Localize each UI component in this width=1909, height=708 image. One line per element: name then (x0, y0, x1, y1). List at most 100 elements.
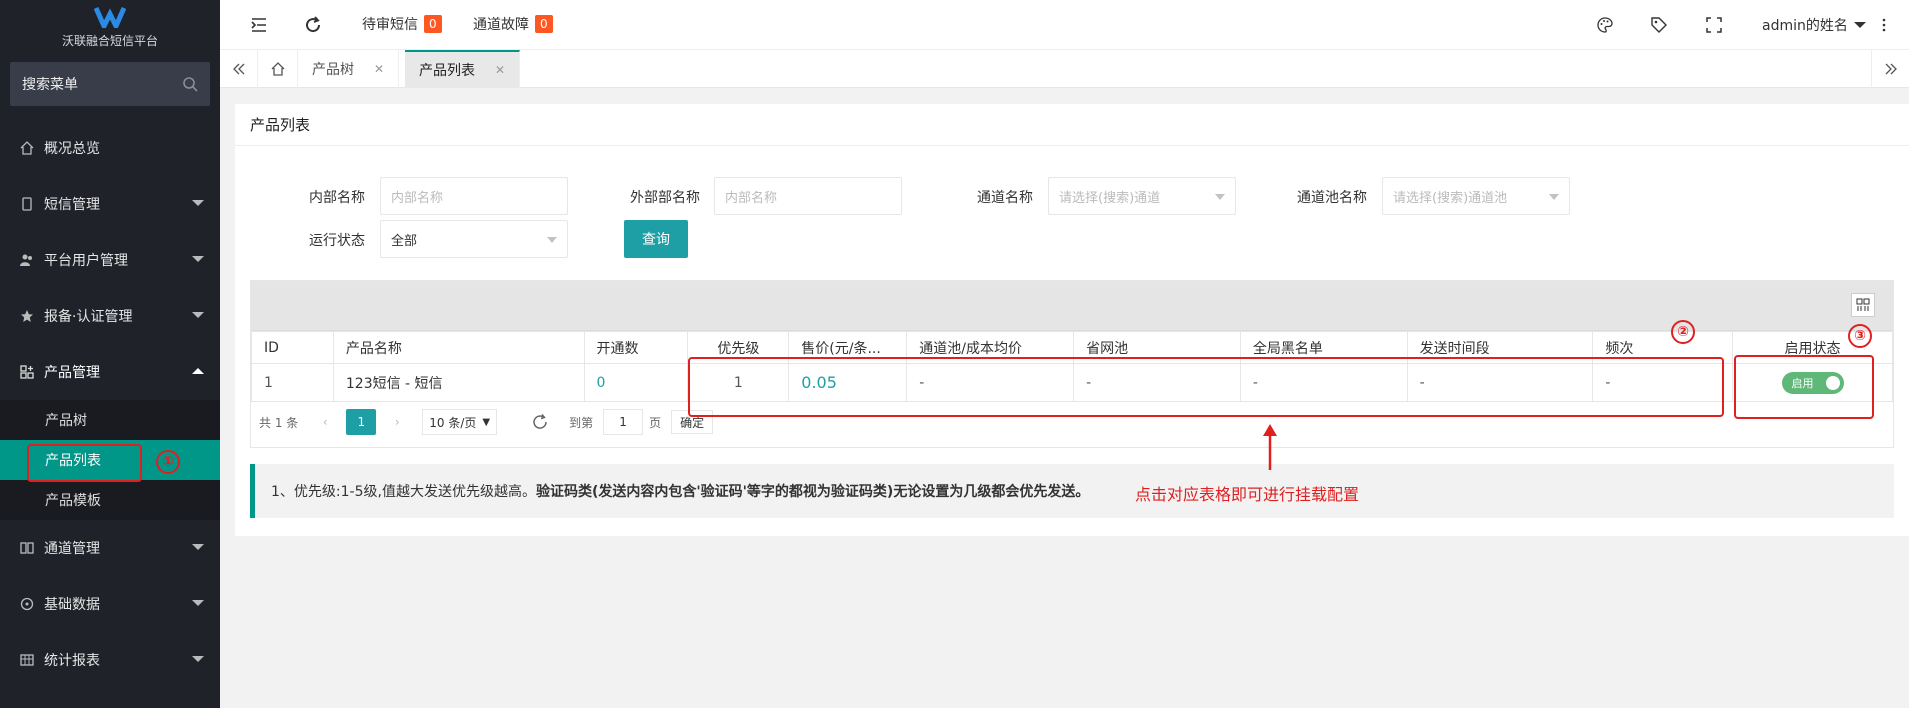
pager-current-page[interactable]: 1 (346, 409, 377, 435)
internal-name-input[interactable]: 内部名称 (380, 177, 568, 215)
cell-name: 123短信 - 短信 (332, 363, 585, 402)
chevron-down-icon (192, 600, 204, 606)
logo-mark-icon (94, 6, 126, 28)
pager-total: 共 1 条 (259, 415, 299, 430)
search-menu-input[interactable]: 搜索菜单 (10, 62, 210, 106)
channel-name-label: 通道名称 (977, 190, 1033, 206)
col-header-opened[interactable]: 开通数 (583, 331, 689, 364)
caret-down-icon (1215, 194, 1225, 200)
phone-icon (22, 197, 32, 211)
chevron-up-icon (192, 368, 204, 374)
caret-down-icon (547, 237, 557, 243)
annotation-box-3 (1734, 355, 1874, 419)
col-header-id[interactable]: ID (251, 331, 334, 364)
fullscreen-icon[interactable] (1705, 16, 1723, 34)
chevron-right-icon[interactable]: › (384, 409, 410, 435)
double-chevron-right-icon (1885, 63, 1897, 75)
query-button[interactable]: 查询 (624, 220, 688, 258)
sidebar-subitem-product-tree[interactable]: 产品树 (0, 400, 220, 440)
sidebar: 沃联融合短信平台 搜索菜单 概况总览 短信管理 平台用户管理 报备·认证管理 产… (0, 0, 220, 708)
note-text: 1、优先级:1-5级,值越大发送优先级越高。 (271, 484, 536, 500)
refresh-circle-icon (20, 597, 34, 611)
pending-sms-link[interactable]: 待审短信 0 (362, 14, 442, 34)
tab-scroll-right-button[interactable] (1871, 50, 1909, 88)
channel-name-select[interactable]: 请选择(搜索)通道 (1048, 177, 1236, 215)
run-status-select[interactable]: 全部 (380, 220, 568, 258)
tab-label: 产品树 (312, 62, 354, 78)
search-icon[interactable] (182, 76, 198, 92)
page-title: 产品列表 (235, 104, 1909, 146)
sidebar-item-channels[interactable]: 通道管理 (0, 520, 220, 576)
sidebar-item-overview[interactable]: 概况总览 (0, 120, 220, 176)
cell-opened[interactable]: 0 (583, 363, 689, 402)
users-icon (20, 254, 32, 266)
annotation-box-1 (27, 444, 142, 482)
col-header-name[interactable]: 产品名称 (332, 331, 585, 364)
pager-goto-label: 到第 (569, 415, 594, 430)
chevron-down-icon (192, 656, 204, 662)
tab-label: 产品列表 (419, 63, 475, 79)
table-icon (20, 654, 34, 666)
star-icon (21, 310, 33, 322)
sidebar-item-label: 基础数据 (44, 597, 100, 613)
sidebar-item-label: 报备·认证管理 (44, 309, 133, 325)
sidebar-item-label: 通道管理 (44, 541, 100, 557)
tab-bar: 产品树 ✕ 产品列表 ✕ (220, 50, 1909, 88)
pending-sms-label: 待审短信 (362, 17, 418, 33)
top-header: 待审短信 0 通道故障 0 admin的姓名 (220, 0, 1909, 50)
annotation-arrow-icon (1263, 424, 1277, 470)
sidebar-item-reports[interactable]: 统计报表 (0, 632, 220, 688)
sidebar-item-base-data[interactable]: 基础数据 (0, 576, 220, 632)
internal-name-label: 内部名称 (309, 190, 365, 206)
channel-fault-badge: 0 (535, 15, 553, 33)
close-icon[interactable]: ✕ (495, 63, 505, 77)
more-vertical-icon[interactable] (1880, 16, 1888, 34)
channel-pool-placeholder: 请选择(搜索)通道池 (1393, 190, 1508, 206)
caret-down-icon: ▼ (482, 416, 491, 428)
annotation-hint: 点击对应表格即可进行挂载配置 (1135, 485, 1360, 504)
caret-down-icon (1549, 194, 1559, 200)
column-filter-button[interactable] (1851, 293, 1875, 317)
columns-icon (20, 542, 34, 554)
sidebar-item-label: 概况总览 (44, 141, 100, 157)
channel-fault-link[interactable]: 通道故障 0 (473, 14, 553, 34)
palette-icon[interactable] (1596, 16, 1614, 34)
search-menu-label: 搜索菜单 (22, 77, 78, 93)
menu-fold-icon[interactable] (250, 16, 268, 34)
cell-id: 1 (251, 363, 334, 402)
tab-product-list[interactable]: 产品列表 ✕ (405, 50, 521, 88)
sidebar-item-products[interactable]: 产品管理 (0, 344, 220, 400)
channel-pool-label: 通道池名称 (1297, 190, 1367, 206)
pager-size-select[interactable]: 10 条/页 ▼ (422, 409, 498, 435)
sidebar-item-label: 统计报表 (44, 653, 100, 669)
sidebar-subitem-label: 产品树 (45, 413, 87, 429)
pager-page-unit: 页 (649, 415, 662, 430)
tag-icon[interactable] (1650, 16, 1668, 34)
refresh-icon[interactable] (531, 413, 549, 431)
tab-product-tree[interactable]: 产品树 ✕ (298, 50, 400, 88)
pager-goto-input[interactable]: 1 (603, 409, 644, 435)
annotation-marker-2: ② (1671, 320, 1695, 344)
chevron-down-icon (192, 544, 204, 550)
chevron-down-icon (192, 312, 204, 318)
external-name-input[interactable]: 内部名称 (714, 177, 902, 215)
annotation-marker-3: ③ (1848, 324, 1872, 348)
close-icon[interactable]: ✕ (374, 62, 384, 76)
sidebar-item-filing-auth[interactable]: 报备·认证管理 (0, 288, 220, 344)
logo-title: 沃联融合短信平台 (61, 34, 158, 48)
double-chevron-left-icon (232, 63, 244, 75)
home-icon (20, 141, 34, 155)
annotation-box-2 (688, 357, 1724, 417)
sidebar-subitem-product-template[interactable]: 产品模板 (0, 480, 220, 520)
caret-down-icon (1853, 22, 1866, 28)
tab-scroll-left-button[interactable] (220, 50, 258, 88)
run-status-label: 运行状态 (309, 233, 365, 249)
sidebar-item-sms[interactable]: 短信管理 (0, 176, 220, 232)
channel-pool-select[interactable]: 请选择(搜索)通道池 (1382, 177, 1570, 215)
sidebar-item-platform-users[interactable]: 平台用户管理 (0, 232, 220, 288)
refresh-icon[interactable] (304, 16, 322, 34)
tab-home[interactable] (258, 50, 298, 88)
priority-note: 1、优先级:1-5级,值越大发送优先级越高。 验证码类(发送内容内包含'验证码'… (250, 464, 1894, 518)
user-menu[interactable]: admin的姓名 (1762, 15, 1866, 35)
chevron-left-icon[interactable]: ‹ (312, 409, 338, 435)
